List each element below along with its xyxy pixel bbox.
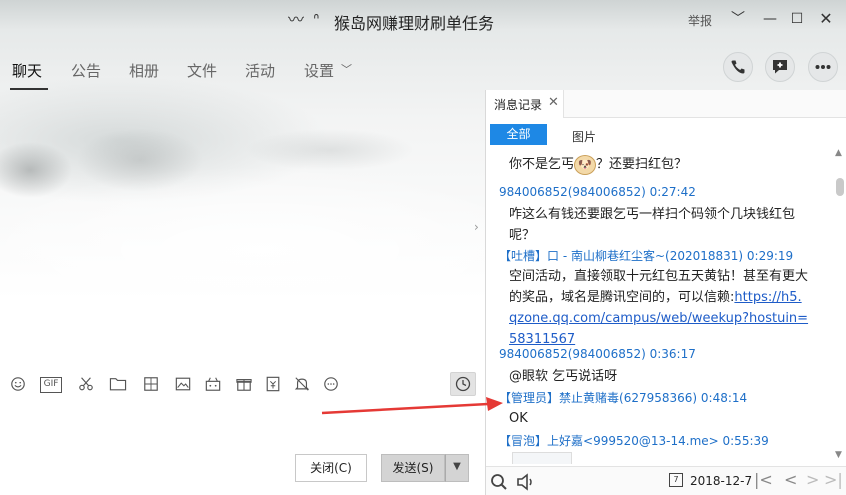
folder-icon[interactable] <box>109 376 127 392</box>
voice-icon[interactable] <box>516 473 536 491</box>
message-image-thumbnail[interactable] <box>512 452 572 464</box>
message-text: @眼软 乞丐说话呀 <box>509 369 618 384</box>
emoji-icon[interactable] <box>9 376 27 392</box>
message-sender[interactable]: 984006852(984006852) 0:36:17 <box>499 347 696 361</box>
message-text: OK <box>509 411 528 426</box>
dog-emoji-icon: 🐶 <box>574 154 597 175</box>
tab-activities[interactable]: 活动 <box>245 60 275 81</box>
tab-album[interactable]: 相册 <box>129 60 159 81</box>
filter-images-button[interactable]: 图片 <box>572 128 596 145</box>
history-bottom-bar: 7 2018-12-7 |< < > >| <box>486 466 846 495</box>
member-tag: 【吐槽】 <box>499 249 548 263</box>
message-sender[interactable]: 【管理员】禁止黄赌毒(627958366) 0:48:14 <box>499 389 747 406</box>
image-icon[interactable] <box>174 376 192 392</box>
settings-chevron-icon[interactable]: ﹀ <box>341 61 352 77</box>
tab-chat[interactable]: 聊天 <box>12 60 42 81</box>
phone-icon <box>731 60 745 74</box>
sender-name: 上好嘉<999520@13-14.me> 0:55:39 <box>547 434 769 448</box>
window-title: 猴岛网赚理财刷单任务 <box>334 14 495 33</box>
title-bar: 〰 ᐢ 猴岛网赚理财刷单任务 举报 ﹀ — ☐ ✕ <box>0 0 846 40</box>
chevron-down-icon[interactable]: ﹀ <box>727 8 749 30</box>
sticker-icon[interactable] <box>142 376 160 392</box>
sender-name: 禁止黄赌毒(627958366) 0:48:14 <box>559 391 748 405</box>
minimize-button[interactable]: — <box>759 8 781 30</box>
calendar-icon[interactable]: 7 <box>669 473 683 487</box>
input-toolbar: GIF <box>0 370 485 398</box>
previous-page-icon[interactable]: < <box>784 470 797 489</box>
message-history-button[interactable] <box>450 372 476 396</box>
message-text: 空间活动，直接领取十元红包五天黄钻！甚至有更大的奖品，域名是腾讯空间的，可以信赖… <box>509 266 809 350</box>
scrollbar-thumb[interactable] <box>836 178 844 196</box>
maximize-button[interactable]: ☐ <box>786 8 808 30</box>
message-list: 你不是乞丐 🐶 ？还要扫红包？ 984006852(984006852) 0:27:… <box>486 154 831 464</box>
collapse-panel-icon[interactable]: › <box>474 220 479 234</box>
member-tag: 【冒泡】 <box>499 434 548 448</box>
scroll-down-icon[interactable]: ▼ <box>835 450 842 460</box>
tab-announcements[interactable]: 公告 <box>71 60 101 81</box>
birds-decoration-icon: 〰 ᐢ <box>288 10 322 29</box>
history-tab-label: 消息记录 <box>494 98 543 112</box>
history-tab-bar: 消息记录 ✕ <box>486 90 846 118</box>
clock-icon <box>455 376 471 392</box>
next-page-icon[interactable]: > <box>806 470 819 489</box>
active-tab-indicator <box>10 88 48 90</box>
message-text: 你不是乞丐 🐶 ？还要扫红包？ <box>509 154 809 175</box>
history-date[interactable]: 2018-12-7 <box>690 474 752 488</box>
send-button[interactable]: 发送(S) <box>381 454 445 482</box>
send-options-chevron-icon[interactable]: ▼ <box>445 454 469 482</box>
close-window-button[interactable]: ✕ <box>815 8 837 30</box>
member-tag: 【管理员】 <box>499 391 560 405</box>
more-circle-icon[interactable] <box>322 376 340 392</box>
scroll-up-icon[interactable]: ▲ <box>835 148 842 158</box>
first-page-icon[interactable]: |< <box>754 470 773 489</box>
message-text-part: 你不是乞丐 <box>509 157 575 172</box>
close-button[interactable]: 关闭(C) <box>295 454 367 482</box>
sender-name: 口 - 南山柳巷红尘客~(202018831) 0:29:19 <box>547 249 794 263</box>
message-sender[interactable]: 【冒泡】上好嘉<999520@13-14.me> 0:55:39 <box>499 432 769 449</box>
last-page-icon[interactable]: >| <box>824 470 843 489</box>
report-button[interactable]: 举报 <box>688 12 712 29</box>
add-chat-icon <box>773 60 787 74</box>
search-icon[interactable] <box>490 473 508 491</box>
tab-settings[interactable]: 设置 <box>304 60 334 81</box>
background-trees <box>0 90 480 220</box>
game-icon[interactable] <box>204 376 222 392</box>
message-sender[interactable]: 【吐槽】口 - 南山柳巷红尘客~(202018831) 0:29:19 <box>499 247 793 264</box>
phone-call-button[interactable] <box>723 52 753 82</box>
bell-off-icon[interactable] <box>293 376 311 392</box>
tab-message-history[interactable]: 消息记录 ✕ <box>486 90 564 118</box>
message-text-part: ？还要扫红包？ <box>596 157 688 172</box>
coupon-icon[interactable] <box>264 376 282 392</box>
filter-all-button[interactable]: 全部 <box>490 124 547 145</box>
message-history-panel: 消息记录 ✕ 全部 图片 你不是乞丐 🐶 ？还要扫红包？ 984006852(984… <box>485 90 846 495</box>
message-text: 咋这么有钱还要跟乞丐一样扫个码领个几块钱红包呢？ <box>509 207 796 243</box>
more-icon <box>815 65 831 69</box>
close-tab-icon[interactable]: ✕ <box>548 95 559 110</box>
scissors-icon[interactable] <box>77 376 95 392</box>
add-chat-button[interactable] <box>765 52 795 82</box>
tab-files[interactable]: 文件 <box>187 60 217 81</box>
more-options-button[interactable] <box>808 52 838 82</box>
gif-icon[interactable]: GIF <box>40 377 62 393</box>
gift-icon[interactable] <box>235 376 253 392</box>
message-sender[interactable]: 984006852(984006852) 0:27:42 <box>499 185 696 199</box>
